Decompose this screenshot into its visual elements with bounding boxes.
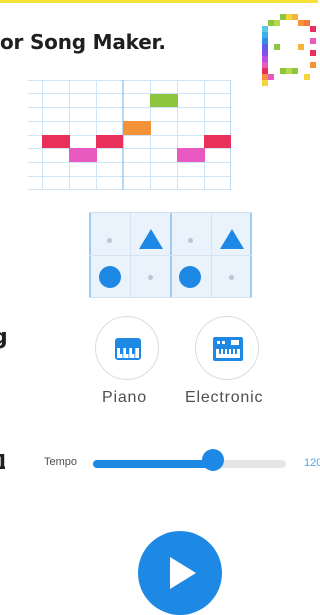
tempo-slider-track[interactable] xyxy=(93,460,286,468)
empty-beat-dot xyxy=(229,275,234,280)
empty-beat-dot xyxy=(188,238,193,243)
song-maker-logo xyxy=(262,14,316,86)
tempo-label: Tempo xyxy=(44,456,78,468)
circle-beat xyxy=(99,266,121,288)
melody-note xyxy=(42,135,70,148)
electronic-label: Electronic xyxy=(185,389,264,406)
triangle-beat xyxy=(220,229,244,249)
clipped-text-fragment: g xyxy=(0,325,8,350)
piano-button[interactable] xyxy=(95,316,159,380)
clipped-text-fragment: 1 xyxy=(0,452,5,472)
circle-beat xyxy=(179,266,201,288)
melody-note xyxy=(177,148,205,162)
piano-icon xyxy=(115,338,141,360)
tempo-slider-thumb[interactable] xyxy=(201,449,224,471)
triangle-beat xyxy=(139,229,163,249)
empty-beat-dot xyxy=(148,275,153,280)
melody-grid-illustration xyxy=(28,80,231,190)
rhythm-grid-illustration xyxy=(89,212,252,298)
play-button[interactable] xyxy=(138,531,222,615)
melody-note xyxy=(150,94,178,107)
tempo-slider-fill xyxy=(93,460,213,468)
clipped-text-glyph: g xyxy=(0,325,8,350)
grid-line xyxy=(89,255,252,256)
synth-keyboard-icon xyxy=(213,337,243,361)
tempo-value: 120 xyxy=(304,457,320,469)
electronic-button[interactable] xyxy=(195,316,259,380)
top-accent-bar xyxy=(0,0,318,3)
melody-note xyxy=(204,135,231,148)
play-icon xyxy=(170,557,196,589)
empty-beat-dot xyxy=(107,238,112,243)
melody-note xyxy=(123,121,151,135)
melody-note xyxy=(96,135,123,148)
page-heading: or Song Maker. xyxy=(0,30,166,54)
melody-note xyxy=(69,148,97,162)
clipped-text-glyph: 1 xyxy=(0,452,5,472)
piano-label: Piano xyxy=(102,389,147,406)
